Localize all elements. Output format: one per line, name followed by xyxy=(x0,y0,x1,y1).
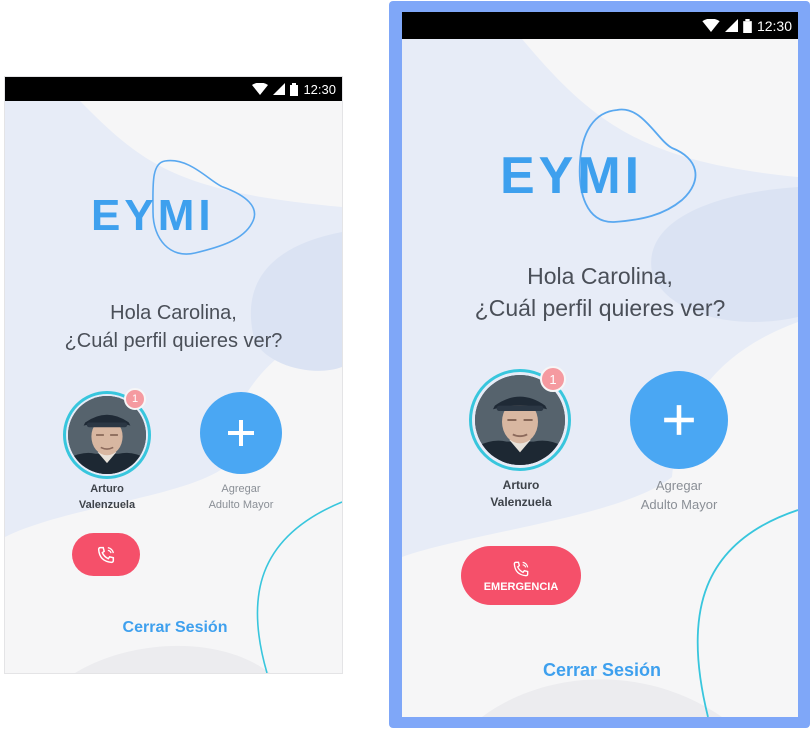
greeting-line-1: Hola Carolina, xyxy=(110,302,237,324)
background-shapes xyxy=(5,101,342,673)
emergency-button[interactable] xyxy=(72,533,140,576)
notification-badge: 1 xyxy=(540,366,566,392)
app-logo: EYMI xyxy=(91,191,215,240)
background-shapes xyxy=(402,39,798,717)
greeting-line-2: ¿Cuál perfil quieres ver? xyxy=(64,330,283,352)
greeting-line-2: ¿Cuál perfil quieres ver? xyxy=(474,295,726,321)
logout-link[interactable]: Cerrar Sesión xyxy=(5,619,342,637)
battery-icon xyxy=(743,18,752,33)
logout-link[interactable]: Cerrar Sesión xyxy=(402,660,798,681)
add-profile-label[interactable]: Agregar Adulto Mayor xyxy=(622,477,736,515)
wifi-icon xyxy=(252,83,269,95)
greeting-line-1: Hola Carolina, xyxy=(527,263,673,289)
greeting: Hola Carolina, ¿Cuál perfil quieres ver? xyxy=(5,299,342,355)
add-profile-line-1: Agregar xyxy=(655,478,703,493)
add-profile-label[interactable]: Agregar Adulto Mayor xyxy=(191,482,291,514)
add-profile-button[interactable] xyxy=(200,392,282,474)
phone-ringing-icon xyxy=(97,546,115,563)
emergency-button[interactable]: EMERGENCIA xyxy=(461,546,581,605)
app-logo: EYMI xyxy=(500,147,644,205)
profile-first-name: Arturo xyxy=(90,483,124,495)
notification-badge: 1 xyxy=(124,388,146,410)
signal-icon xyxy=(273,83,286,95)
plus-icon xyxy=(664,405,694,435)
status-time: 12:30 xyxy=(756,17,792,34)
wifi-icon xyxy=(702,19,720,32)
add-profile-button[interactable] xyxy=(630,371,728,469)
profile-first-name: Arturo xyxy=(502,478,540,492)
profile-name[interactable]: Arturo Valenzuela xyxy=(462,477,580,512)
phone-screen-expanded: 12:30 EYMI Hola Carolina, ¿Cuál perfil q… xyxy=(402,12,798,717)
emergency-label: EMERGENCIA xyxy=(483,580,559,593)
profile-last-name: Valenzuela xyxy=(490,495,552,510)
greeting: Hola Carolina, ¿Cuál perfil quieres ver? xyxy=(402,260,798,324)
status-bar: 12:30 xyxy=(5,77,342,101)
profile-last-name: Valenzuela xyxy=(78,498,136,511)
status-bar: 12:30 xyxy=(402,12,798,39)
phone-ringing-icon xyxy=(513,561,529,576)
phone-screen-collapsed: 12:30 EYMI Hola Carolina, ¿Cuál perfil q… xyxy=(5,77,342,673)
profile-name[interactable]: Arturo Valenzuela xyxy=(53,482,161,514)
add-profile-line-2: Adulto Mayor xyxy=(208,498,274,511)
status-time: 12:30 xyxy=(303,81,336,97)
battery-icon xyxy=(290,82,299,96)
signal-icon xyxy=(724,19,738,32)
add-profile-line-2: Adulto Mayor xyxy=(640,496,718,512)
plus-icon xyxy=(228,420,254,446)
add-profile-line-1: Agregar xyxy=(221,483,261,495)
